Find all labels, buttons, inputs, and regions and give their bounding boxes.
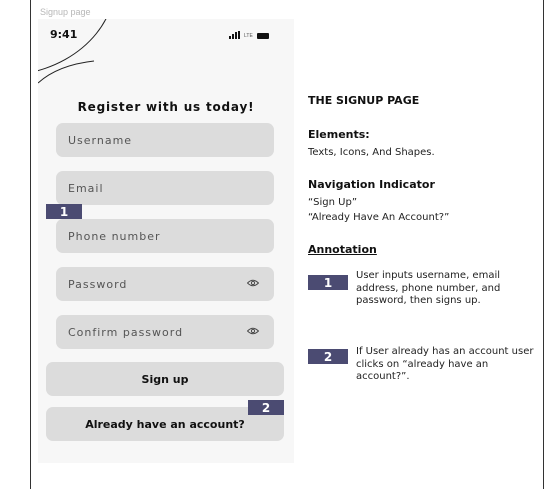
username-placeholder: Username	[68, 133, 133, 147]
confirm-password-field[interactable]: Confirm password	[56, 315, 274, 349]
elements-heading: Elements:	[308, 128, 370, 141]
password-placeholder: Password	[68, 277, 128, 291]
panel-title: THE SIGNUP PAGE	[308, 94, 420, 107]
status-time: 9:41	[50, 28, 78, 41]
signal-icon	[229, 31, 240, 39]
annotation-text-2: If User already has an account user clic…	[356, 346, 534, 382]
nav-item: “Sign Up”	[308, 197, 358, 208]
sign-up-button[interactable]: Sign up	[46, 362, 284, 396]
annotation-heading: Annotation	[308, 243, 377, 256]
phone-screen: 9:41 LTE Register with us today! Usernam…	[38, 19, 294, 463]
annotation-text-1: User inputs username, email address, pho…	[356, 270, 501, 306]
eye-icon[interactable]	[247, 279, 259, 287]
annotation-key-1: 1	[308, 275, 348, 290]
status-icons: LTE	[229, 30, 269, 39]
elements-text: Texts, Icons, And Shapes.	[308, 147, 435, 158]
confirm-password-placeholder: Confirm password	[68, 325, 184, 339]
eye-icon[interactable]	[247, 327, 259, 335]
network-label: LTE	[244, 33, 253, 39]
nav-item: “Already Have An Account?”	[308, 212, 450, 223]
nav-indicator-heading: Navigation Indicator	[308, 178, 435, 191]
frame-label: Signup page	[40, 7, 91, 17]
username-field[interactable]: Username	[56, 123, 274, 157]
battery-icon	[256, 33, 269, 39]
email-field[interactable]: Email	[56, 171, 274, 205]
email-placeholder: Email	[68, 181, 104, 195]
annotation-badge-2: 2	[248, 400, 284, 415]
annotation-badge-1: 1	[46, 204, 82, 219]
phone-placeholder: Phone number	[68, 229, 161, 243]
annotation-key-2: 2	[308, 349, 348, 364]
password-field[interactable]: Password	[56, 267, 274, 301]
page-title: Register with us today!	[77, 100, 255, 114]
phone-number-field[interactable]: Phone number	[56, 219, 274, 253]
